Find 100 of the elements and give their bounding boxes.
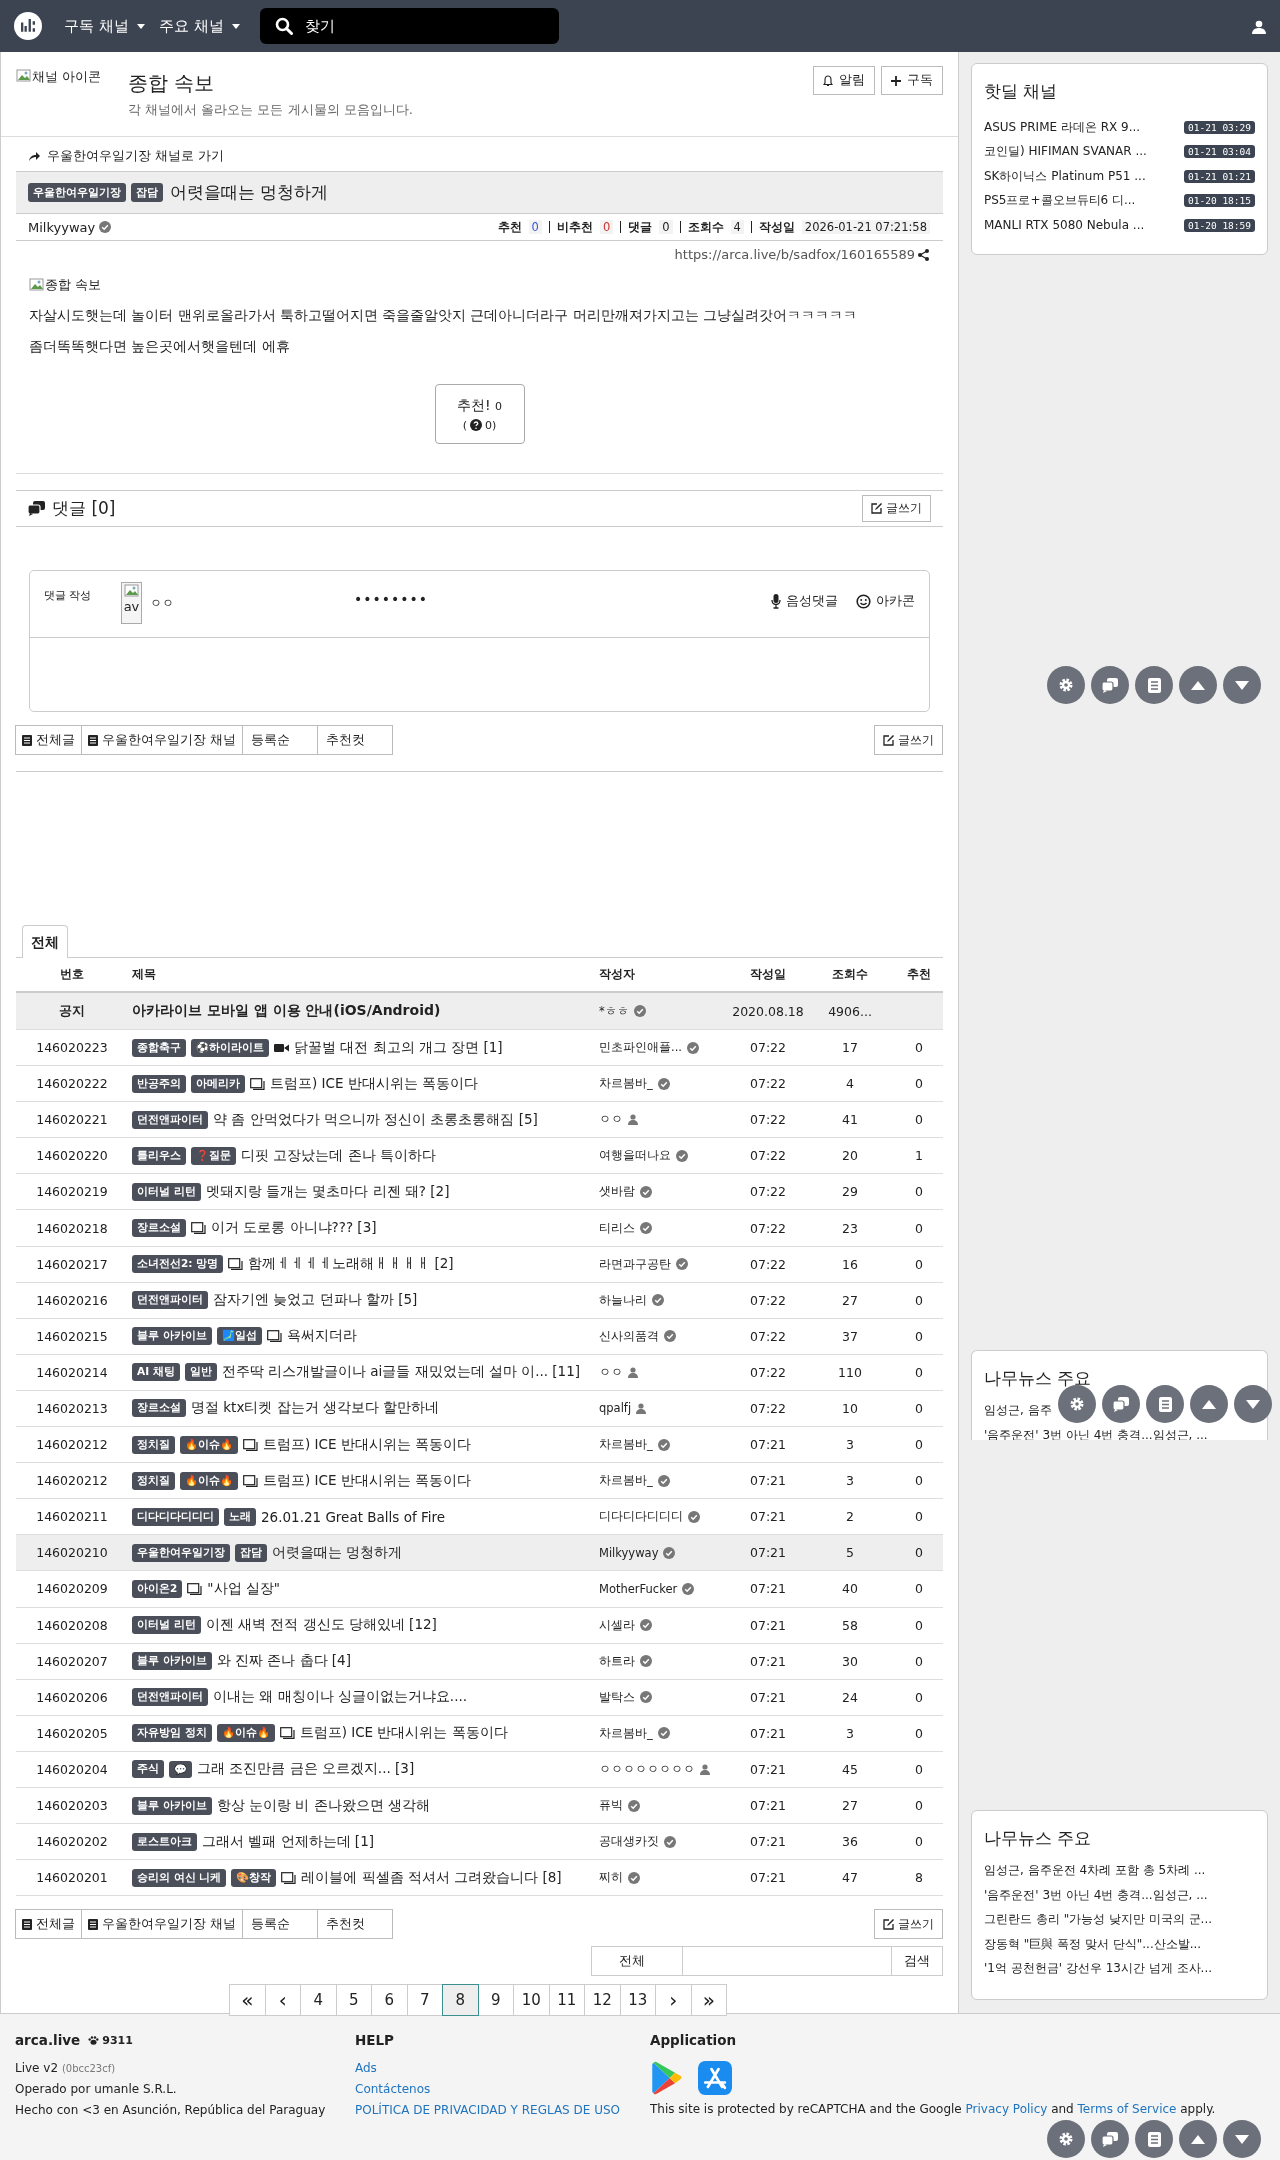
terms-link[interactable]: Terms of Service bbox=[1077, 2102, 1177, 2116]
microphone-icon[interactable] bbox=[771, 593, 781, 609]
page-button[interactable]: 4 bbox=[300, 1984, 337, 2017]
page-button[interactable]: 6 bbox=[371, 1984, 408, 2017]
post-link[interactable]: 전주딱 리스개발글이나 ai글들 재밌었는데 설마 이... [11] bbox=[221, 1363, 581, 1382]
post-link[interactable]: 레이블에 픽셀좀 적셔서 그려왔습니다 [8] bbox=[301, 1868, 562, 1887]
author-name[interactable]: Milkyyway bbox=[28, 219, 96, 235]
scroll-up-button[interactable] bbox=[1179, 666, 1217, 704]
post-link[interactable]: 그래 조진만큼 금은 오르겠지... [3] bbox=[197, 1760, 415, 1779]
hotdeal-link[interactable]: ASUS PRIME 라데온 RX 9... bbox=[984, 118, 1179, 136]
search-scope-select[interactable]: 전체 bbox=[591, 1946, 683, 1977]
notify-button[interactable]: 알림 bbox=[813, 66, 875, 95]
search-button[interactable]: 검색 bbox=[891, 1946, 943, 1977]
page-button[interactable]: 8 bbox=[442, 1984, 479, 2017]
post-row[interactable]: 146020221 던전앤파이터 약 좀 안먹었다가 먹으니까 정신이 초롱초롱해짐 [5] ㅇㅇ 07:22 41 0 bbox=[16, 1102, 943, 1139]
post-row[interactable]: 146020216 던전앤파이터 잠자기엔 늦었고 던파나 할까 [5] 하늘나리 07:22 27 0 bbox=[16, 1282, 943, 1319]
filter-button[interactable]: 우울한여우일기장 채널 bbox=[81, 725, 243, 755]
post-row[interactable]: 146020205 자유방임 정치 🔥이슈🔥 트럼프) ICE 반대시위는 폭동이다 차르봄바_ 07:21 3 0 bbox=[16, 1715, 943, 1752]
news-link[interactable]: 임성근, 음주운전 4차례 포함 총 5차례 ... bbox=[984, 1862, 1206, 1879]
post-link[interactable]: 이내는 왜 매칭이나 싱글이없는거냐요.... bbox=[213, 1688, 468, 1707]
filter-button[interactable]: 등록순 bbox=[242, 725, 318, 755]
user-icon[interactable] bbox=[1252, 20, 1266, 34]
post-row[interactable]: 146020209 아이온2 "사업 실장" MotherFucker 07:21 40 0 bbox=[16, 1571, 943, 1608]
post-row[interactable]: 146020207 블루 아카이브 와 진짜 존나 춥다 [4] 하트라 07:21 30 0 bbox=[16, 1643, 943, 1680]
post-link[interactable]: 트럼프) ICE 반대시위는 폭동이다 bbox=[263, 1435, 472, 1454]
post-row[interactable]: 146020213 장르소설 명절 ktx티켓 잡는거 생각보다 할만하네 qpalfj 07:22 10 0 bbox=[16, 1390, 943, 1428]
news-link[interactable]: 임성근, 음주 bbox=[984, 1402, 1052, 1419]
post-row[interactable]: 146020201 승리의 여신 니케 🎨창작 레이블에 픽셀좀 적셔서 그려왔습니다 [8] 찌히 07:21 47 8 bbox=[16, 1860, 943, 1897]
privacy-link[interactable]: Privacy Policy bbox=[965, 2102, 1048, 2116]
post-link[interactable]: 잠자기엔 늦었고 던파나 할까 [5] bbox=[213, 1291, 418, 1310]
menu-dropdown[interactable]: 구독 채널 bbox=[64, 16, 159, 36]
voice-comment-button[interactable]: 음성댓글 bbox=[771, 592, 838, 610]
footer-link[interactable]: POLÍTICA DE PRIVACIDAD Y REGLAS DE USO bbox=[355, 2103, 650, 2117]
google-play-icon[interactable] bbox=[650, 2061, 684, 2095]
write-button[interactable]: 글쓰기 bbox=[862, 495, 931, 522]
post-row[interactable]: 146020206 던전앤파이터 이내는 왜 매칭이나 싱글이없는거냐요.... 발탁스 07:21 24 0 bbox=[16, 1679, 943, 1716]
news-link[interactable]: '음주운전' 3번 아닌 4번 충격...임성근, ... bbox=[984, 1426, 1208, 1440]
name-field[interactable]: ㅇㅇ bbox=[150, 595, 174, 612]
post-link[interactable]: "사업 실장" bbox=[207, 1579, 281, 1598]
filter-button[interactable]: 등록순 bbox=[242, 1909, 318, 1940]
post-link[interactable]: 이젠 새벽 전적 갱신도 당해있네 [12] bbox=[205, 1616, 437, 1635]
emoticon-button[interactable]: 아카콘 bbox=[856, 592, 915, 610]
post-row[interactable]: 146020210 우울한여우일기장 잡담 어렷을때는 멍청하게 Milkyyway 07:21 5 0 bbox=[16, 1535, 943, 1572]
post-link[interactable]: 아카라이브 모바일 앱 이용 안내(iOS/Android) bbox=[132, 1002, 441, 1020]
post-link[interactable]: 항상 눈이랑 비 존나왔으면 생각해 bbox=[216, 1796, 430, 1815]
post-row[interactable]: 146020204 주식 💬 그래 조진만큼 금은 오르겠지... [3] ㅇㅇㅇㅇㅇㅇㅇㅇ 07:21 45 0 bbox=[16, 1751, 943, 1788]
page-button[interactable]: 10 bbox=[513, 1984, 550, 2017]
post-row[interactable]: 146020218 장르소설 이거 도로롱 아니냐??? [3] 티리스 07:22 23 0 bbox=[16, 1210, 943, 1247]
smiley-icon[interactable] bbox=[856, 593, 871, 609]
logo-icon[interactable] bbox=[14, 12, 42, 40]
post-link[interactable]: 약 좀 안먹었다가 먹으니까 정신이 초롱초롱해짐 [5] bbox=[213, 1110, 538, 1129]
post-link[interactable]: 욕써지더라 bbox=[286, 1327, 357, 1346]
subscribe-button[interactable]: 구독 bbox=[881, 66, 943, 95]
app-store-icon[interactable] bbox=[696, 2061, 734, 2095]
post-row[interactable]: 146020219 이터널 리턴 멧돼지랑 들개는 몇초마다 리젠 돼? [2] 샛바람 07:22 29 0 bbox=[16, 1174, 943, 1211]
post-row[interactable]: 146020212 정치질 🔥이슈🔥 트럼프) ICE 반대시위는 폭동이다 차르봄바_ 07:21 3 0 bbox=[16, 1463, 943, 1500]
news-link[interactable]: 장동혁 "巨與 폭정 맞서 단식"...산소발... bbox=[984, 1935, 1202, 1953]
post-row[interactable]: 146020214 AI 채팅 일반 전주딱 리스개발글이나 ai글들 재밌었는데 설마 이... [11] ㅇㅇ 07:22 110 0 bbox=[16, 1354, 943, 1391]
filter-button[interactable]: 추천컷 bbox=[317, 725, 393, 755]
post-row[interactable]: 146020222 반공주의 아메리카 트럼프) ICE 반대시위는 폭동이다 차르봄바_ 07:22 4 0 bbox=[16, 1066, 943, 1103]
first-page-button[interactable]: « bbox=[229, 1984, 266, 2017]
footer-link[interactable]: Contáctenos bbox=[355, 2082, 650, 2096]
post-row[interactable]: 146020223 종합축구 ⚽하이라이트 닭꿀벌 대전 최고의 개그 장면 [1] 민초파인애플... 07:22 17 0 bbox=[16, 1030, 943, 1067]
hotdeal-link[interactable]: 코인딜) HIFIMAN SVANAR ... bbox=[984, 143, 1179, 161]
footer-link[interactable]: Ads bbox=[355, 2061, 650, 2075]
news-link[interactable]: '음주운전' 3번 아닌 4번 충격...임성근, ... bbox=[984, 1886, 1208, 1904]
post-row[interactable]: 146020220 틀리우스 ❓질문 디핏 고장났는데 존나 특이하다 여행을떠나요 07:22 20 1 bbox=[16, 1138, 943, 1175]
scroll-down-button[interactable] bbox=[1223, 666, 1261, 704]
post-link[interactable]: 명절 ktx티켓 잡는거 생각보다 할만하네 bbox=[191, 1399, 440, 1418]
post-row[interactable]: 146020203 블루 아카이브 항상 눈이랑 비 존나왔으면 생각해 퓨빅 07:21 27 0 bbox=[16, 1787, 943, 1825]
hotdeal-link[interactable]: MANLI RTX 5080 Nebula ... bbox=[984, 218, 1179, 233]
post-link[interactable]: 와 진짜 존나 춥다 [4] bbox=[216, 1652, 351, 1671]
list-button[interactable] bbox=[1135, 666, 1173, 704]
post-link[interactable]: 닭꿀벌 대전 최고의 개그 장면 [1] bbox=[294, 1038, 503, 1057]
post-link[interactable]: 어렷을때는 멍청하게 bbox=[272, 1543, 403, 1562]
share-icon[interactable] bbox=[918, 248, 929, 261]
news-link[interactable]: '1억 공천헌금' 강선우 13시간 넘게 조사... bbox=[984, 1960, 1213, 1977]
search-input[interactable] bbox=[683, 1946, 891, 1977]
page-button[interactable]: 12 bbox=[584, 1984, 621, 2017]
post-row[interactable]: 146020202 로스트아크 그래서 벨패 언제하는데 [1] 공대생카짓 07:21 36 0 bbox=[16, 1824, 943, 1861]
filter-button[interactable]: 우울한여우일기장 채널 bbox=[81, 1909, 243, 1940]
post-link[interactable]: 이거 도로롱 아니냐??? [3] bbox=[211, 1219, 377, 1237]
write-button[interactable]: 글쓰기 bbox=[874, 725, 943, 755]
settings-button[interactable] bbox=[1047, 666, 1085, 704]
post-link[interactable]: 멧돼지랑 들개는 몇초마다 리젠 돼? [2] bbox=[205, 1182, 450, 1201]
news-link[interactable]: 그린란드 총리 "가능성 낮지만 미국의 군... bbox=[984, 1911, 1213, 1928]
back-link[interactable]: 우울한여우일기장 채널로 가기 bbox=[29, 147, 225, 165]
post-row[interactable]: 146020208 이터널 리턴 이젠 새벽 전적 갱신도 당해있네 [12] 시셀라 07:21 58 0 bbox=[16, 1607, 943, 1644]
filter-button[interactable]: 전체글 bbox=[15, 725, 82, 755]
post-link[interactable]: 트럼프) ICE 반대시위는 폭동이다 bbox=[299, 1724, 508, 1743]
password-field[interactable]: •••••••• bbox=[354, 591, 429, 607]
next-page-button[interactable]: › bbox=[655, 1984, 692, 2017]
post-link[interactable]: 트럼프) ICE 반대시위는 폭동이다 bbox=[270, 1074, 479, 1093]
filter-button[interactable]: 전체글 bbox=[15, 1909, 82, 1940]
post-url[interactable]: https://arca.live/b/sadfox/160165589 bbox=[674, 247, 915, 262]
post-row[interactable]: 146020217 소녀전선2: 망명 함께ㅔㅔㅔㅔ노래해ㅐㅐㅐㅐ [2] 라면과구공탄 07:22 16 0 bbox=[16, 1246, 943, 1283]
write-button[interactable]: 글쓰기 bbox=[874, 1909, 943, 1940]
comments-button[interactable] bbox=[1091, 666, 1129, 704]
post-link[interactable]: 트럼프) ICE 반대시위는 폭동이다 bbox=[263, 1471, 472, 1490]
post-row[interactable]: 146020212 정치질 🔥이슈🔥 트럼프) ICE 반대시위는 폭동이다 차르봄바_ 07:21 3 0 bbox=[16, 1427, 943, 1464]
